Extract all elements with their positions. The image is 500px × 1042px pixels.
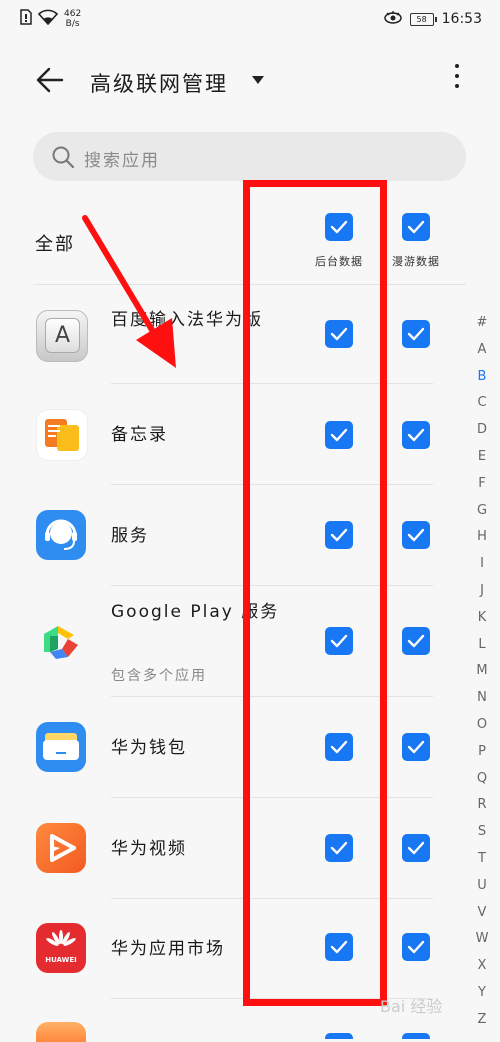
annotation-arrow (82, 215, 176, 368)
watermark: Bai 经验 (380, 997, 443, 1016)
